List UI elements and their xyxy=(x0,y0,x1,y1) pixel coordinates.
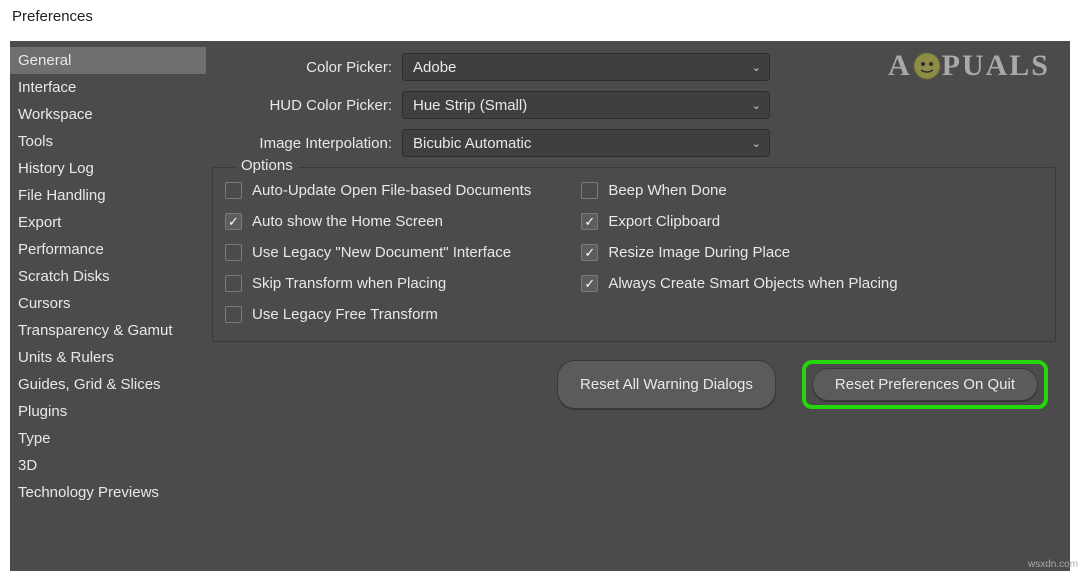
sidebar-item-plugins[interactable]: Plugins xyxy=(10,398,206,425)
checkbox-box-icon xyxy=(581,275,598,292)
sidebar-item-general[interactable]: General xyxy=(10,47,206,74)
chevron-down-icon: ⌄ xyxy=(752,99,761,112)
options-legend: Options xyxy=(235,157,299,174)
sidebar-item-scratch-disks[interactable]: Scratch Disks xyxy=(10,263,206,290)
watermark-prefix: A xyxy=(888,49,912,83)
preferences-dialog: GeneralInterfaceWorkspaceToolsHistory Lo… xyxy=(10,41,1070,571)
color-picker-label: Color Picker: xyxy=(212,59,402,76)
checkbox-box-icon xyxy=(225,182,242,199)
checkbox-box-icon xyxy=(581,182,598,199)
sidebar-item-workspace[interactable]: Workspace xyxy=(10,101,206,128)
option-checkbox-export-clipboard[interactable]: Export Clipboard xyxy=(581,213,897,230)
sidebar-item-technology-previews[interactable]: Technology Previews xyxy=(10,479,206,506)
watermark-logo: A PUALS xyxy=(888,49,1050,83)
checkbox-label: Use Legacy "New Document" Interface xyxy=(252,244,511,261)
option-checkbox-use-legacy-new-document-interface[interactable]: Use Legacy "New Document" Interface xyxy=(225,244,531,261)
option-checkbox-auto-show-the-home-screen[interactable]: Auto show the Home Screen xyxy=(225,213,531,230)
checkbox-box-icon xyxy=(581,213,598,230)
reset-preferences-on-quit-button[interactable]: Reset Preferences On Quit xyxy=(812,368,1038,401)
sidebar-item-interface[interactable]: Interface xyxy=(10,74,206,101)
image-interpolation-row: Image Interpolation: Bicubic Automatic ⌄ xyxy=(212,129,1056,157)
checkbox-label: Always Create Smart Objects when Placing xyxy=(608,275,897,292)
sidebar-item-3d[interactable]: 3D xyxy=(10,452,206,479)
checkbox-box-icon xyxy=(225,275,242,292)
checkbox-label: Resize Image During Place xyxy=(608,244,790,261)
footer-source: wsxdn.com xyxy=(1028,559,1078,570)
checkbox-label: Export Clipboard xyxy=(608,213,720,230)
hud-color-picker-label: HUD Color Picker: xyxy=(212,97,402,114)
checkbox-box-icon xyxy=(225,306,242,323)
checkbox-box-icon xyxy=(225,244,242,261)
sidebar-item-guides-grid-slices[interactable]: Guides, Grid & Slices xyxy=(10,371,206,398)
window-title: Preferences xyxy=(0,0,1082,33)
image-interpolation-label: Image Interpolation: xyxy=(212,135,402,152)
sidebar-item-units-rulers[interactable]: Units & Rulers xyxy=(10,344,206,371)
chevron-down-icon: ⌄ xyxy=(752,61,761,74)
options-right-column: Beep When Done Export Clipboard Resize Ima… xyxy=(581,182,897,323)
sidebar-item-cursors[interactable]: Cursors xyxy=(10,290,206,317)
checkbox-label: Skip Transform when Placing xyxy=(252,275,446,292)
options-left-column: Auto-Update Open File-based Documents Aut… xyxy=(225,182,531,323)
hud-color-picker-select[interactable]: Hue Strip (Small) ⌄ xyxy=(402,91,770,119)
image-interpolation-value: Bicubic Automatic xyxy=(413,135,531,152)
option-checkbox-beep-when-done[interactable]: Beep When Done xyxy=(581,182,897,199)
preferences-main-panel: A PUALS Color Picker: Adobe ⌄ HUD Color … xyxy=(206,41,1070,571)
option-checkbox-resize-image-during-place[interactable]: Resize Image During Place xyxy=(581,244,897,261)
option-checkbox-auto-update-open-file-based-documents[interactable]: Auto-Update Open File-based Documents xyxy=(225,182,531,199)
color-picker-value: Adobe xyxy=(413,59,456,76)
option-checkbox-skip-transform-when-placing[interactable]: Skip Transform when Placing xyxy=(225,275,531,292)
checkbox-label: Auto-Update Open File-based Documents xyxy=(252,182,531,199)
checkbox-box-icon xyxy=(581,244,598,261)
sidebar-item-history-log[interactable]: History Log xyxy=(10,155,206,182)
image-interpolation-select[interactable]: Bicubic Automatic ⌄ xyxy=(402,129,770,157)
reset-warnings-button[interactable]: Reset All Warning Dialogs xyxy=(557,360,776,409)
chevron-down-icon: ⌄ xyxy=(752,137,761,150)
sidebar-item-tools[interactable]: Tools xyxy=(10,128,206,155)
checkbox-label: Beep When Done xyxy=(608,182,726,199)
options-grid: Auto-Update Open File-based Documents Aut… xyxy=(225,182,1043,323)
sidebar-item-transparency-gamut[interactable]: Transparency & Gamut xyxy=(10,317,206,344)
watermark-icon xyxy=(913,52,941,80)
sidebar-item-performance[interactable]: Performance xyxy=(10,236,206,263)
hud-color-picker-row: HUD Color Picker: Hue Strip (Small) ⌄ xyxy=(212,91,1056,119)
sidebar-item-export[interactable]: Export xyxy=(10,209,206,236)
sidebar-item-file-handling[interactable]: File Handling xyxy=(10,182,206,209)
checkbox-label: Use Legacy Free Transform xyxy=(252,306,438,323)
button-row: Reset All Warning Dialogs Reset Preferen… xyxy=(212,360,1056,409)
hud-color-picker-value: Hue Strip (Small) xyxy=(413,97,527,114)
option-checkbox-use-legacy-free-transform[interactable]: Use Legacy Free Transform xyxy=(225,306,531,323)
watermark-suffix: PUALS xyxy=(942,49,1050,83)
checkbox-box-icon xyxy=(225,213,242,230)
option-checkbox-always-create-smart-objects-when-placing[interactable]: Always Create Smart Objects when Placing xyxy=(581,275,897,292)
highlight-annotation: Reset Preferences On Quit xyxy=(802,360,1048,409)
options-fieldset: Options Auto-Update Open File-based Docu… xyxy=(212,167,1056,342)
preferences-sidebar: GeneralInterfaceWorkspaceToolsHistory Lo… xyxy=(10,41,206,571)
color-picker-select[interactable]: Adobe ⌄ xyxy=(402,53,770,81)
checkbox-label: Auto show the Home Screen xyxy=(252,213,443,230)
sidebar-item-type[interactable]: Type xyxy=(10,425,206,452)
